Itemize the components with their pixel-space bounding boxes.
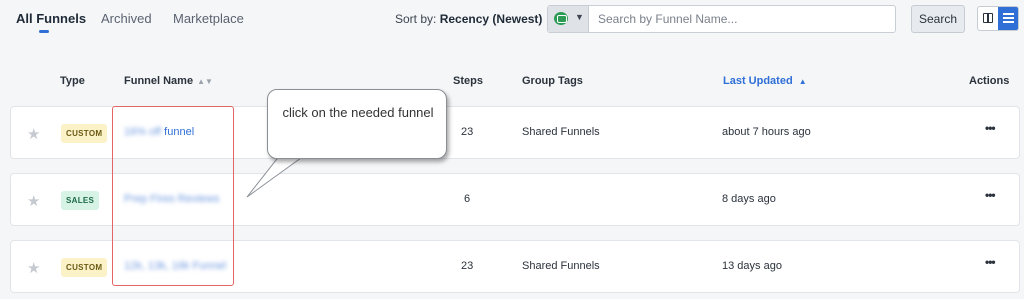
- type-badge: SALES: [61, 191, 100, 210]
- search-filter-dropdown[interactable]: ▼: [548, 6, 589, 32]
- type-badge: CUSTOM: [61, 258, 108, 277]
- column-header-last-updated[interactable]: Last Updated ▲: [723, 75, 807, 87]
- chevron-down-icon: ▼: [575, 12, 584, 22]
- column-header-actions: Actions: [969, 75, 1010, 87]
- sort-value: Recency (Newest): [439, 12, 543, 26]
- tab-marketplace[interactable]: Marketplace: [173, 11, 244, 26]
- search-bar: ▼: [547, 5, 896, 33]
- column-header-label: Last Updated: [723, 75, 793, 87]
- list-view-icon: [1003, 13, 1014, 24]
- last-updated: 13 days ago: [722, 260, 782, 272]
- column-header-funnel-name[interactable]: Funnel Name ▲▼: [124, 75, 213, 87]
- funnel-tabs: All Funnels Archived Marketplace: [0, 0, 300, 40]
- column-header-label: Funnel Name: [124, 75, 194, 87]
- callout-text: click on the needed funnel: [282, 105, 434, 120]
- chat-filter-icon: [554, 12, 568, 25]
- column-header-type: Type: [60, 75, 85, 87]
- tab-archived[interactable]: Archived: [101, 11, 152, 26]
- sort-dropdown[interactable]: Sort by: Recency (Newest) ⌄: [395, 12, 556, 26]
- active-tab-indicator: [39, 30, 49, 33]
- more-horizontal-icon[interactable]: •••: [985, 121, 996, 135]
- grid-view-icon: [983, 13, 993, 23]
- star-icon[interactable]: ★: [27, 192, 40, 210]
- grid-view-button[interactable]: [978, 7, 999, 30]
- sort-icon: ▲▼: [197, 77, 213, 86]
- funnel-name-highlight-box: [112, 106, 234, 286]
- star-icon[interactable]: ★: [27, 125, 40, 143]
- search-input[interactable]: [590, 6, 895, 32]
- list-view-button[interactable]: [998, 7, 1018, 30]
- group-tags: Shared Funnels: [522, 126, 600, 138]
- star-icon[interactable]: ★: [27, 259, 40, 277]
- instruction-callout: click on the needed funnel: [267, 89, 447, 159]
- more-horizontal-icon[interactable]: •••: [985, 188, 996, 202]
- type-badge: CUSTOM: [61, 124, 108, 143]
- sort-label: Sort by:: [395, 12, 437, 26]
- view-toggle: [977, 6, 1019, 31]
- steps-count: 6: [463, 193, 471, 205]
- group-tags: Shared Funnels: [522, 260, 600, 272]
- last-updated: about 7 hours ago: [722, 126, 811, 138]
- tab-all-funnels[interactable]: All Funnels: [16, 11, 86, 26]
- steps-count: 23: [461, 126, 474, 138]
- column-header-group-tags: Group Tags: [522, 75, 583, 87]
- column-header-steps: Steps: [453, 75, 483, 87]
- search-button[interactable]: Search: [911, 5, 965, 33]
- sort-ascending-icon: ▲: [798, 77, 807, 86]
- last-updated: 8 days ago: [722, 193, 776, 205]
- steps-count: 23: [461, 260, 474, 272]
- more-horizontal-icon[interactable]: •••: [985, 255, 996, 269]
